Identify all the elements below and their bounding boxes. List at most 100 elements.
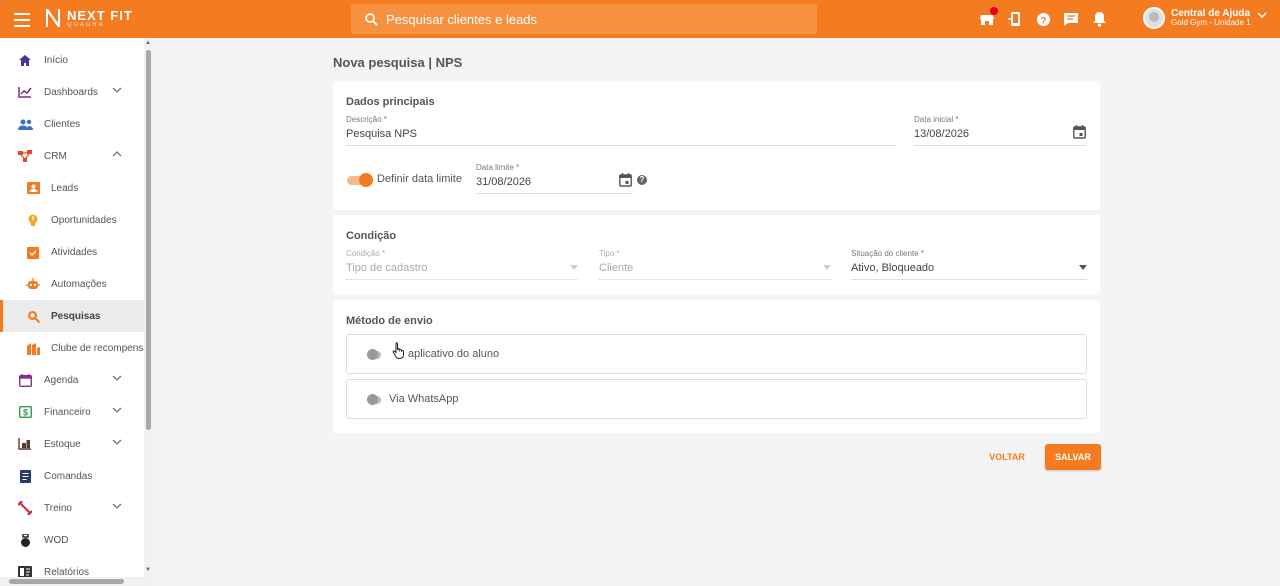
deadline-toggle[interactable] [347,173,373,187]
dropdown-arrow-icon[interactable] [1079,265,1087,270]
sidebar-item-oportunidades[interactable]: Oportunidades [0,204,144,236]
deadline-input[interactable]: 31/08/2026 [476,173,632,194]
sidebar-item-label: WOD [44,534,69,546]
back-button[interactable]: VOLTAR [983,445,1031,469]
svg-text:$: $ [22,408,27,418]
bell-icon[interactable] [1088,8,1110,30]
sidebar-item-estoque[interactable]: Estoque [0,428,144,460]
chevron-up-icon[interactable] [112,150,122,158]
logo-name: NEXT FIT [67,7,133,23]
sidebar-item-label: Clube de recompensas [51,342,153,354]
sidebar-item-automacoes[interactable]: Automações [0,268,144,300]
condition-value: Tipo de cadastro [346,262,578,280]
sidebar-item-leads[interactable]: Leads [0,172,144,204]
sidebar-item-inicio[interactable]: Início [0,44,144,76]
chevron-down-icon[interactable] [112,406,122,414]
global-search[interactable]: Pesquisar clientes e leads [351,4,817,34]
deadline-label: Data limite * [476,163,520,172]
user-menu[interactable]: Central de Ajuda Gold Gym - Unidade 1 [1143,7,1267,29]
kettlebell-icon [17,532,33,548]
sidebar-item-pesquisas[interactable]: Pesquisas [0,300,144,332]
sidebar-item-comandas[interactable]: Comandas [0,460,144,492]
sidebar-item-label: CRM [44,150,67,162]
chevron-down-icon[interactable] [112,86,122,94]
description-input[interactable]: Pesquisa NPS [346,128,896,146]
lightbulb-icon [25,212,41,228]
deadline-field[interactable]: Data limite * 31/08/2026 [476,163,632,194]
sidebar-item-clube-de-recompensas[interactable]: Clube de recompensas [0,332,153,364]
method-app-option[interactable]: aplicativo do aluno [346,334,1087,374]
section-title-send-method: Método de envio [346,315,433,327]
avatar [1143,7,1165,29]
start-date-field[interactable]: Data inicial * 13/08/2026 [914,115,1086,146]
send-method-card: Método de envio aplicativo do aluno Via … [333,300,1100,433]
sidebar-item-label: Treino [44,502,72,514]
search-placeholder: Pesquisar clientes e leads [386,11,538,27]
money-icon: $ [17,404,33,420]
type-selected-value: Cliente [599,262,634,274]
sidebar-horizontal-scrollbar-thumb[interactable] [9,579,124,584]
chevron-down-icon[interactable] [112,374,122,382]
type-select: Tipo * Cliente [599,249,831,280]
scroll-down-icon[interactable]: ▼ [145,567,151,573]
store-icon[interactable] [976,7,998,30]
svg-text:?: ? [1040,15,1046,25]
chat-icon[interactable] [1060,8,1082,30]
scroll-up-icon[interactable]: ▲ [145,40,151,46]
sidebar-item-wod[interactable]: WOD [0,524,144,556]
client-status-select[interactable]: Situação do cliente * Ativo, Bloqueado [851,249,1087,280]
chevron-down-icon[interactable] [112,438,122,446]
help-icon[interactable]: ? [1032,8,1054,30]
logo[interactable]: NEXT FIT QUADRA [44,7,133,29]
sidebar-scrollbar-thumb[interactable] [146,50,151,430]
chevron-down-icon[interactable] [112,502,122,510]
sidebar-item-label: Leads [51,182,79,194]
condition-select: Condição * Tipo de cadastro [346,249,578,280]
sidebar-item-label: Oportunidades [51,214,117,226]
start-date-label: Data inicial * [914,115,959,124]
sidebar: Início Dashboards Clientes CRM Leads Opo… [0,38,153,586]
method-whatsapp-option[interactable]: Via WhatsApp [346,379,1087,419]
sidebar-scrollbar[interactable]: ▲ ▼ [144,38,153,586]
leads-icon [25,180,41,196]
sidebar-item-financeiro[interactable]: $ Financeiro [0,396,144,428]
method-app-toggle[interactable] [367,348,381,360]
main-data-card: Dados principais Descrição * Pesquisa NP… [333,81,1100,210]
section-title-main-data: Dados principais [346,96,435,108]
search-icon [25,308,41,324]
sidebar-item-label: Estoque [44,438,81,450]
hamburger-menu-icon[interactable] [12,9,32,29]
client-status-value[interactable]: Ativo, Bloqueado [851,262,1087,280]
help-icon[interactable]: ? [637,175,647,185]
sidebar-item-treino[interactable]: Treino [0,492,144,524]
condition-label: Condição * [346,249,386,258]
sidebar-item-label: Relatórios [44,566,90,578]
inventory-icon [17,436,33,452]
user-unit: Gold Gym - Unidade 1 [1171,18,1251,28]
sidebar-horizontal-scrollbar[interactable] [0,577,144,586]
chevron-down-icon[interactable] [1257,11,1267,19]
sidebar-item-clientes[interactable]: Clientes [0,108,144,140]
page-title: Nova pesquisa | NPS [333,55,463,70]
receipt-icon [17,468,33,484]
search-icon [365,12,378,26]
calendar-icon[interactable] [619,173,632,187]
description-field[interactable]: Descrição * Pesquisa NPS [346,115,896,146]
save-button[interactable]: SALVAR [1045,444,1101,470]
sidebar-item-crm[interactable]: CRM [0,140,144,172]
notification-dot [990,7,998,15]
start-date-input[interactable]: 13/08/2026 [914,125,1086,146]
sidebar-item-agenda[interactable]: Agenda [0,364,144,396]
logo-mark-icon [46,9,60,27]
reward-icon [25,340,41,356]
dropdown-arrow-icon [570,265,578,270]
sidebar-item-label: Atividades [51,246,98,258]
logo-product: QUADRA [67,21,105,28]
sidebar-item-dashboards[interactable]: Dashboards [0,76,144,108]
mobile-app-icon[interactable] [1004,8,1026,30]
toggle-knob [359,173,373,187]
sidebar-item-atividades[interactable]: Atividades [0,236,144,268]
calendar-icon[interactable] [1073,125,1086,139]
method-whatsapp-toggle[interactable] [367,393,381,405]
condition-selected-value: Tipo de cadastro [346,262,428,274]
